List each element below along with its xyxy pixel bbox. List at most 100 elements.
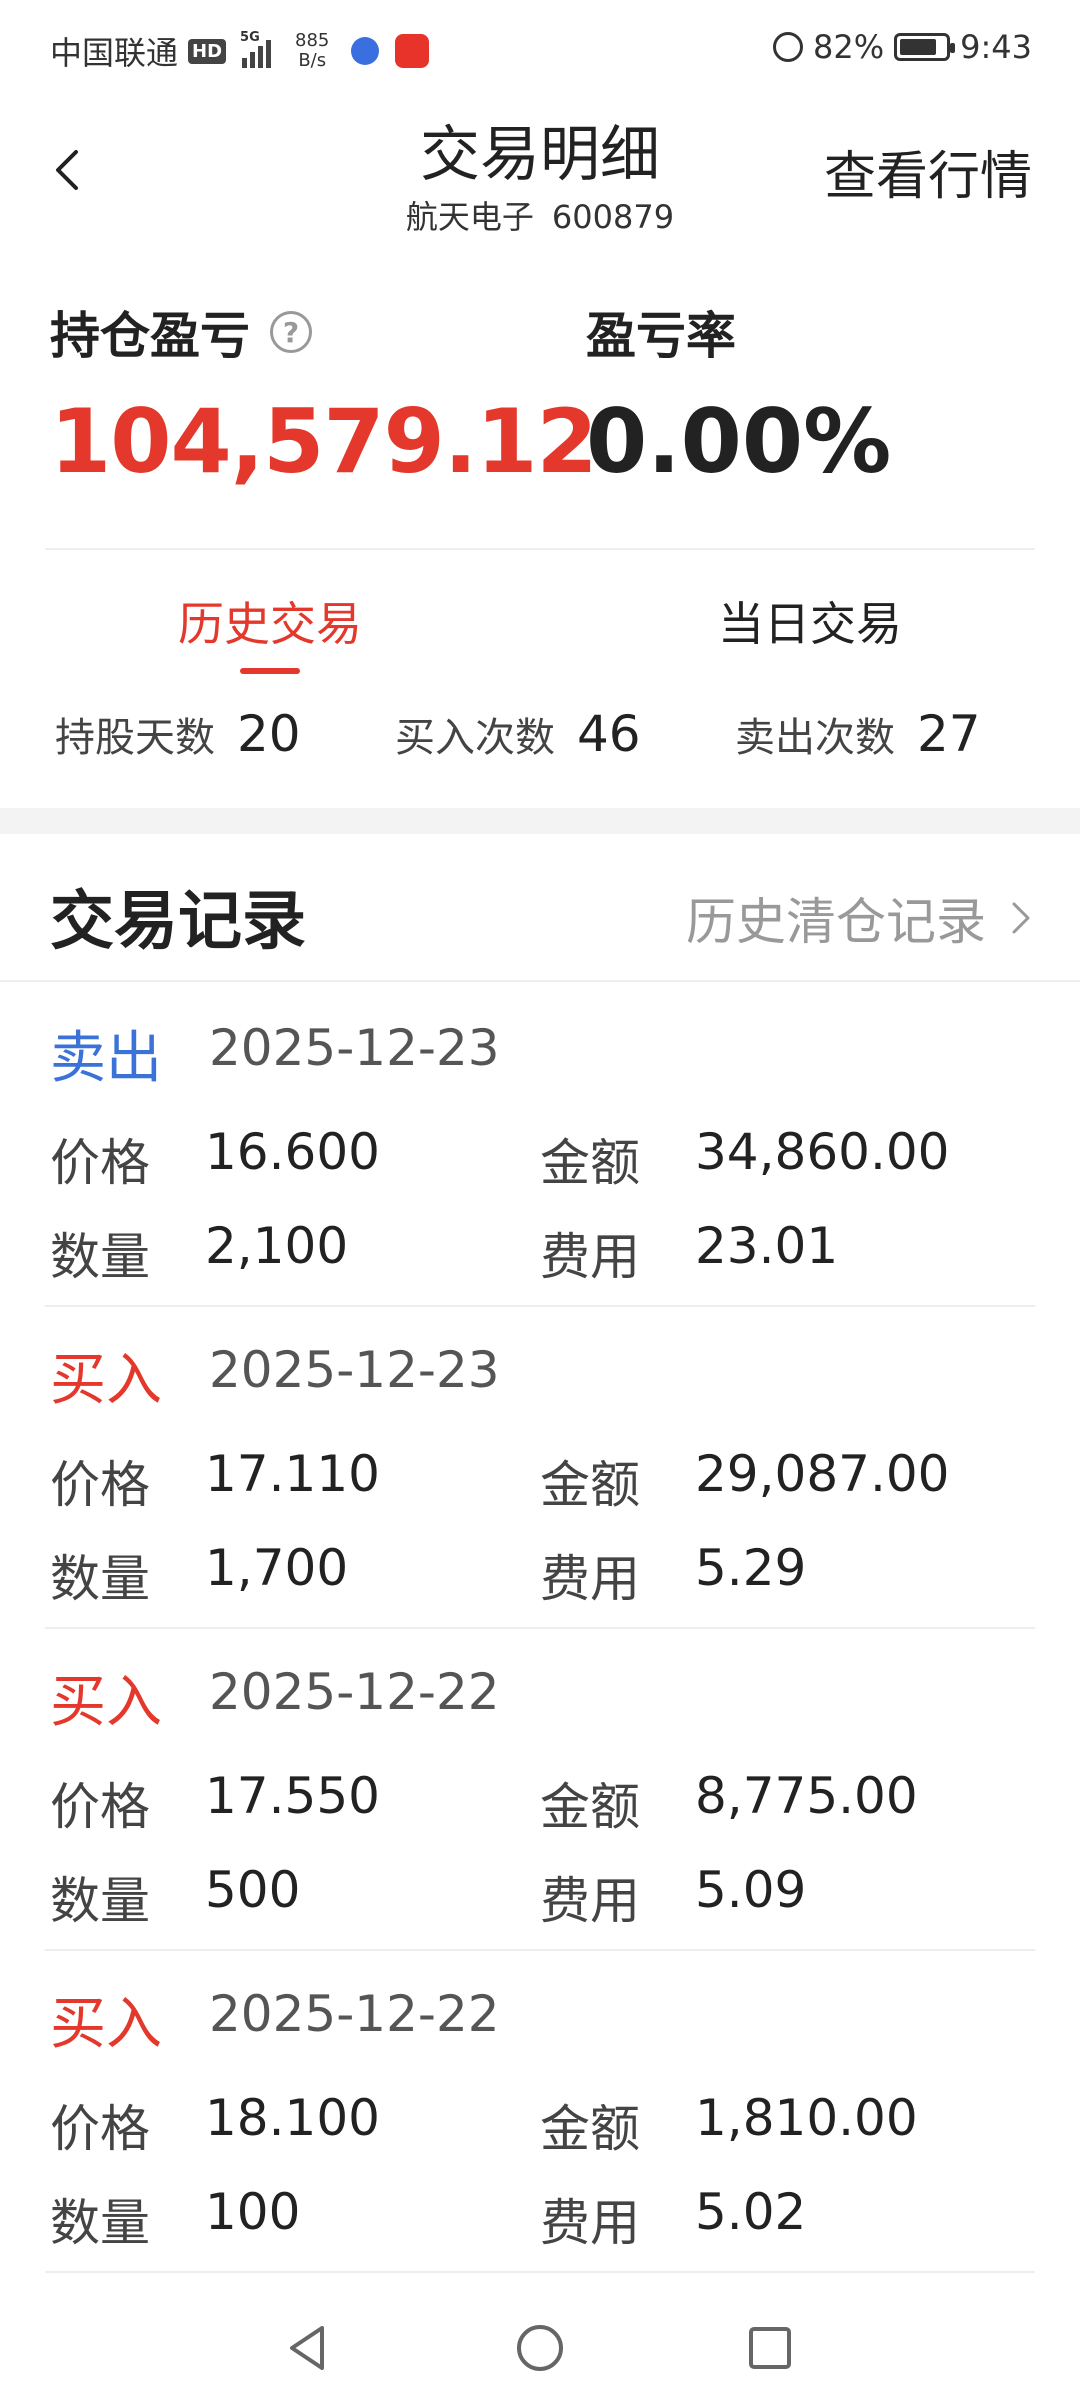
app-notification-icon — [351, 37, 380, 65]
price-value: 16.600 — [205, 1123, 380, 1181]
field-label: 金额 — [540, 1456, 640, 1514]
divider — [0, 980, 1080, 982]
rate-label: 盈亏率 — [586, 307, 736, 365]
hd-badge: HD — [188, 38, 227, 64]
quantity-value: 500 — [205, 1861, 301, 1919]
active-tab-indicator — [240, 668, 300, 674]
amount-field: 金额 29,087.00 — [540, 1445, 949, 1517]
trade-record[interactable]: 买入 2025-12-22 价格 17.550 金额 8,775.00 数量 500 … — [45, 1629, 1035, 1951]
clock: 9:43 — [960, 28, 1032, 66]
amount-field: 金额 34,860.00 — [540, 1123, 949, 1195]
field-label: 金额 — [540, 1134, 640, 1192]
battery-percent: 82% — [813, 28, 885, 66]
fee-value: 5.29 — [695, 1539, 807, 1597]
tab-history-trades[interactable]: 历史交易 — [90, 588, 450, 654]
fee-field: 费用 5.02 — [540, 2183, 806, 2255]
signal-icon: 5G — [240, 30, 272, 68]
network-speed: 885 B/s — [295, 31, 329, 71]
field-label: 数量 — [50, 2194, 150, 2252]
carrier-name: 中国联通 — [50, 34, 179, 72]
fee-value: 23.01 — [695, 1217, 839, 1275]
stat-value: 20 — [237, 705, 301, 763]
price-field: 价格 17.550 — [50, 1767, 380, 1839]
tab-today-trades[interactable]: 当日交易 — [630, 588, 990, 654]
divider — [45, 548, 1035, 550]
field-label: 数量 — [50, 1550, 150, 1608]
price-field: 价格 17.110 — [50, 1445, 380, 1517]
section-separator — [0, 808, 1080, 834]
fee-value: 5.02 — [695, 2183, 807, 2241]
rate-value: 0.00% — [586, 390, 892, 493]
triangle-back-icon — [290, 2326, 324, 2370]
field-label: 价格 — [50, 1456, 150, 1514]
stat-label: 持股天数 — [55, 715, 215, 761]
question-circle-icon[interactable]: ? — [270, 311, 312, 353]
trade-type: 买入 — [50, 1670, 162, 1735]
field-label: 价格 — [50, 2100, 150, 2158]
trade-record[interactable]: 买入 2025-12-23 价格 17.110 金额 29,087.00 数量 1,7… — [45, 1307, 1035, 1629]
stat-label: 买入次数 — [395, 715, 555, 761]
quantity-value: 2,100 — [205, 1217, 349, 1275]
system-navigation-bar — [0, 2290, 1080, 2400]
trade-date: 2025-12-23 — [209, 1341, 500, 1399]
field-label: 价格 — [50, 1134, 150, 1192]
stat-value: 27 — [917, 705, 981, 763]
trade-tabs: 历史交易 当日交易 — [0, 560, 1080, 680]
clearance-history-link[interactable]: 历史清仓记录 — [686, 882, 1038, 954]
price-field: 价格 16.600 — [50, 1123, 380, 1195]
amount-value: 8,775.00 — [695, 1767, 918, 1825]
trade-stats: 持股天数 20 买入次数 46 卖出次数 27 — [0, 705, 1080, 785]
trade-record[interactable]: 买入 2025-12-22 价格 18.100 金额 1,810.00 数量 100 … — [45, 1951, 1035, 2273]
price-field: 价格 18.100 — [50, 2089, 380, 2161]
fee-field: 费用 23.01 — [540, 1217, 838, 1289]
nav-home-button[interactable] — [512, 2320, 568, 2376]
field-label: 价格 — [50, 1778, 150, 1836]
status-bar: 中国联通 HD 5G 885 B/s 82% 9:43 — [0, 0, 1080, 100]
fee-value: 5.09 — [695, 1861, 807, 1919]
trade-record[interactable]: 卖出 2025-12-23 价格 16.600 金额 34,860.00 数量 2,1… — [45, 985, 1035, 1307]
trade-date: 2025-12-22 — [209, 1985, 500, 2043]
position-summary: 持仓盈亏 ? 盈亏率 104,579.12 0.00% — [50, 290, 1030, 550]
nav-recents-button[interactable] — [742, 2320, 798, 2376]
field-label: 数量 — [50, 1228, 150, 1286]
square-recents-icon — [749, 2327, 791, 2369]
field-label: 费用 — [540, 1872, 640, 1930]
pnl-label-row: 持仓盈亏 ? — [50, 296, 312, 368]
stock-code: 600879 — [551, 198, 675, 236]
amount-value: 29,087.00 — [695, 1445, 950, 1503]
trade-date: 2025-12-23 — [209, 1019, 500, 1077]
trade-date: 2025-12-22 — [209, 1663, 500, 1721]
field-label: 费用 — [540, 2194, 640, 2252]
nav-back-button[interactable] — [280, 2320, 336, 2376]
quantity-value: 100 — [205, 2183, 301, 2241]
network-type: 5G — [240, 30, 260, 45]
stat-buy-count: 买入次数 46 — [395, 705, 641, 763]
view-quote-link[interactable]: 查看行情 — [824, 134, 1032, 209]
quantity-value: 1,700 — [205, 1539, 349, 1597]
stat-holding-days: 持股天数 20 — [55, 705, 301, 763]
records-header: 交易记录 历史清仓记录 — [0, 834, 1080, 982]
amount-value: 1,810.00 — [695, 2089, 918, 2147]
amount-field: 金额 1,810.00 — [540, 2089, 918, 2161]
quantity-field: 数量 500 — [50, 1861, 300, 1933]
amount-field: 金额 8,775.00 — [540, 1767, 918, 1839]
quantity-field: 数量 100 — [50, 2183, 300, 2255]
fee-field: 费用 5.29 — [540, 1539, 806, 1611]
section-title: 交易记录 — [50, 885, 306, 959]
field-label: 费用 — [540, 1228, 640, 1286]
trade-type: 卖出 — [50, 1026, 162, 1091]
trade-type: 买入 — [50, 1992, 162, 2057]
stat-label: 卖出次数 — [735, 715, 895, 761]
quantity-field: 数量 2,100 — [50, 1217, 348, 1289]
field-label: 金额 — [540, 1778, 640, 1836]
chevron-right-icon — [1012, 902, 1030, 934]
stat-sell-count: 卖出次数 27 — [735, 705, 981, 763]
alarm-icon — [773, 32, 804, 62]
app-notification-icon — [395, 34, 430, 68]
battery-icon — [894, 33, 956, 61]
field-label: 金额 — [540, 2100, 640, 2158]
trade-record-list: 卖出 2025-12-23 价格 16.600 金额 34,860.00 数量 2,1… — [0, 985, 1080, 2273]
price-value: 17.550 — [205, 1767, 380, 1825]
quantity-field: 数量 1,700 — [50, 1539, 348, 1611]
header: 交易明细 航天电子 600879 查看行情 — [0, 100, 1080, 250]
